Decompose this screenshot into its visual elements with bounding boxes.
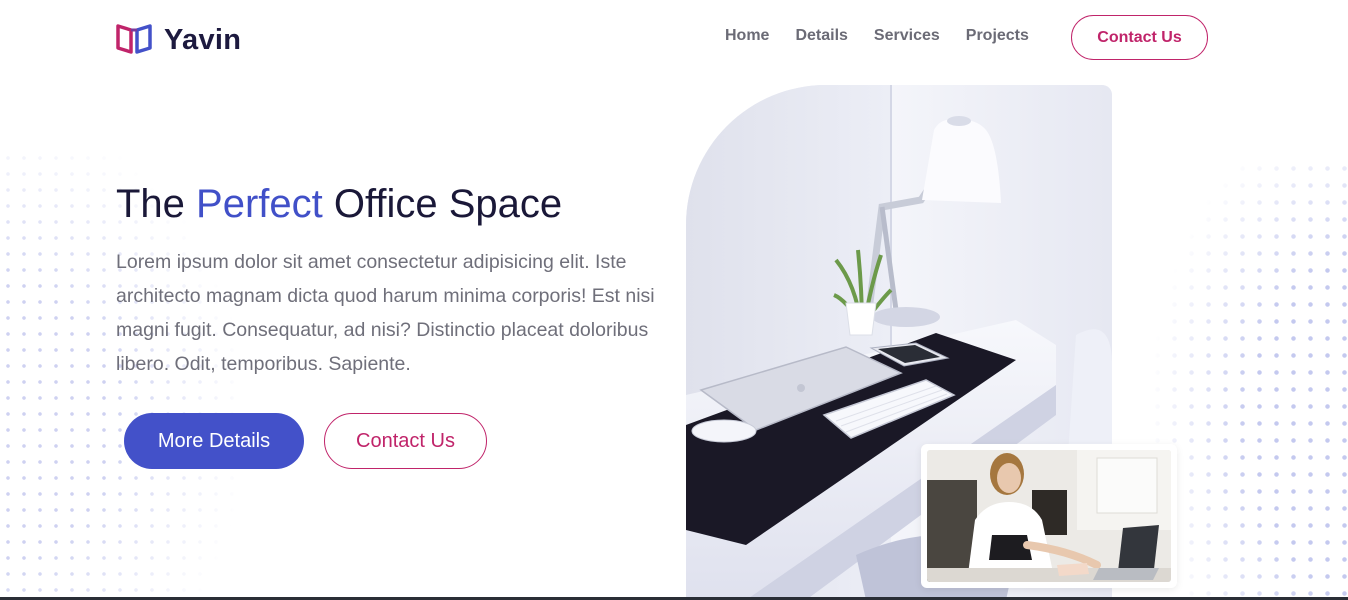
hero-description: Lorem ipsum dolor sit amet consectetur a… — [116, 251, 655, 375]
nav-link-home[interactable]: Home — [725, 26, 769, 46]
header-contact-button[interactable]: Contact Us — [1071, 15, 1208, 60]
hero-title-part2: Office Space — [322, 182, 563, 226]
nav-link-services[interactable]: Services — [874, 26, 940, 46]
brand-logo[interactable]: Yavin — [116, 22, 241, 59]
hero-contact-button[interactable]: Contact Us — [324, 413, 487, 469]
hero-title-part1: The — [116, 182, 197, 226]
book-icon — [116, 22, 152, 59]
woman-working-image — [921, 444, 1177, 588]
main-nav: Home Details Services Projects — [725, 26, 1029, 46]
hero-title-accent: Perfect — [196, 182, 323, 226]
nav-link-projects[interactable]: Projects — [966, 26, 1029, 46]
nav-link-details[interactable]: Details — [795, 26, 847, 46]
brand-name: Yavin — [164, 24, 242, 56]
hero-title: The Perfect Office Space — [116, 182, 562, 227]
more-details-button[interactable]: More Details — [124, 413, 304, 469]
